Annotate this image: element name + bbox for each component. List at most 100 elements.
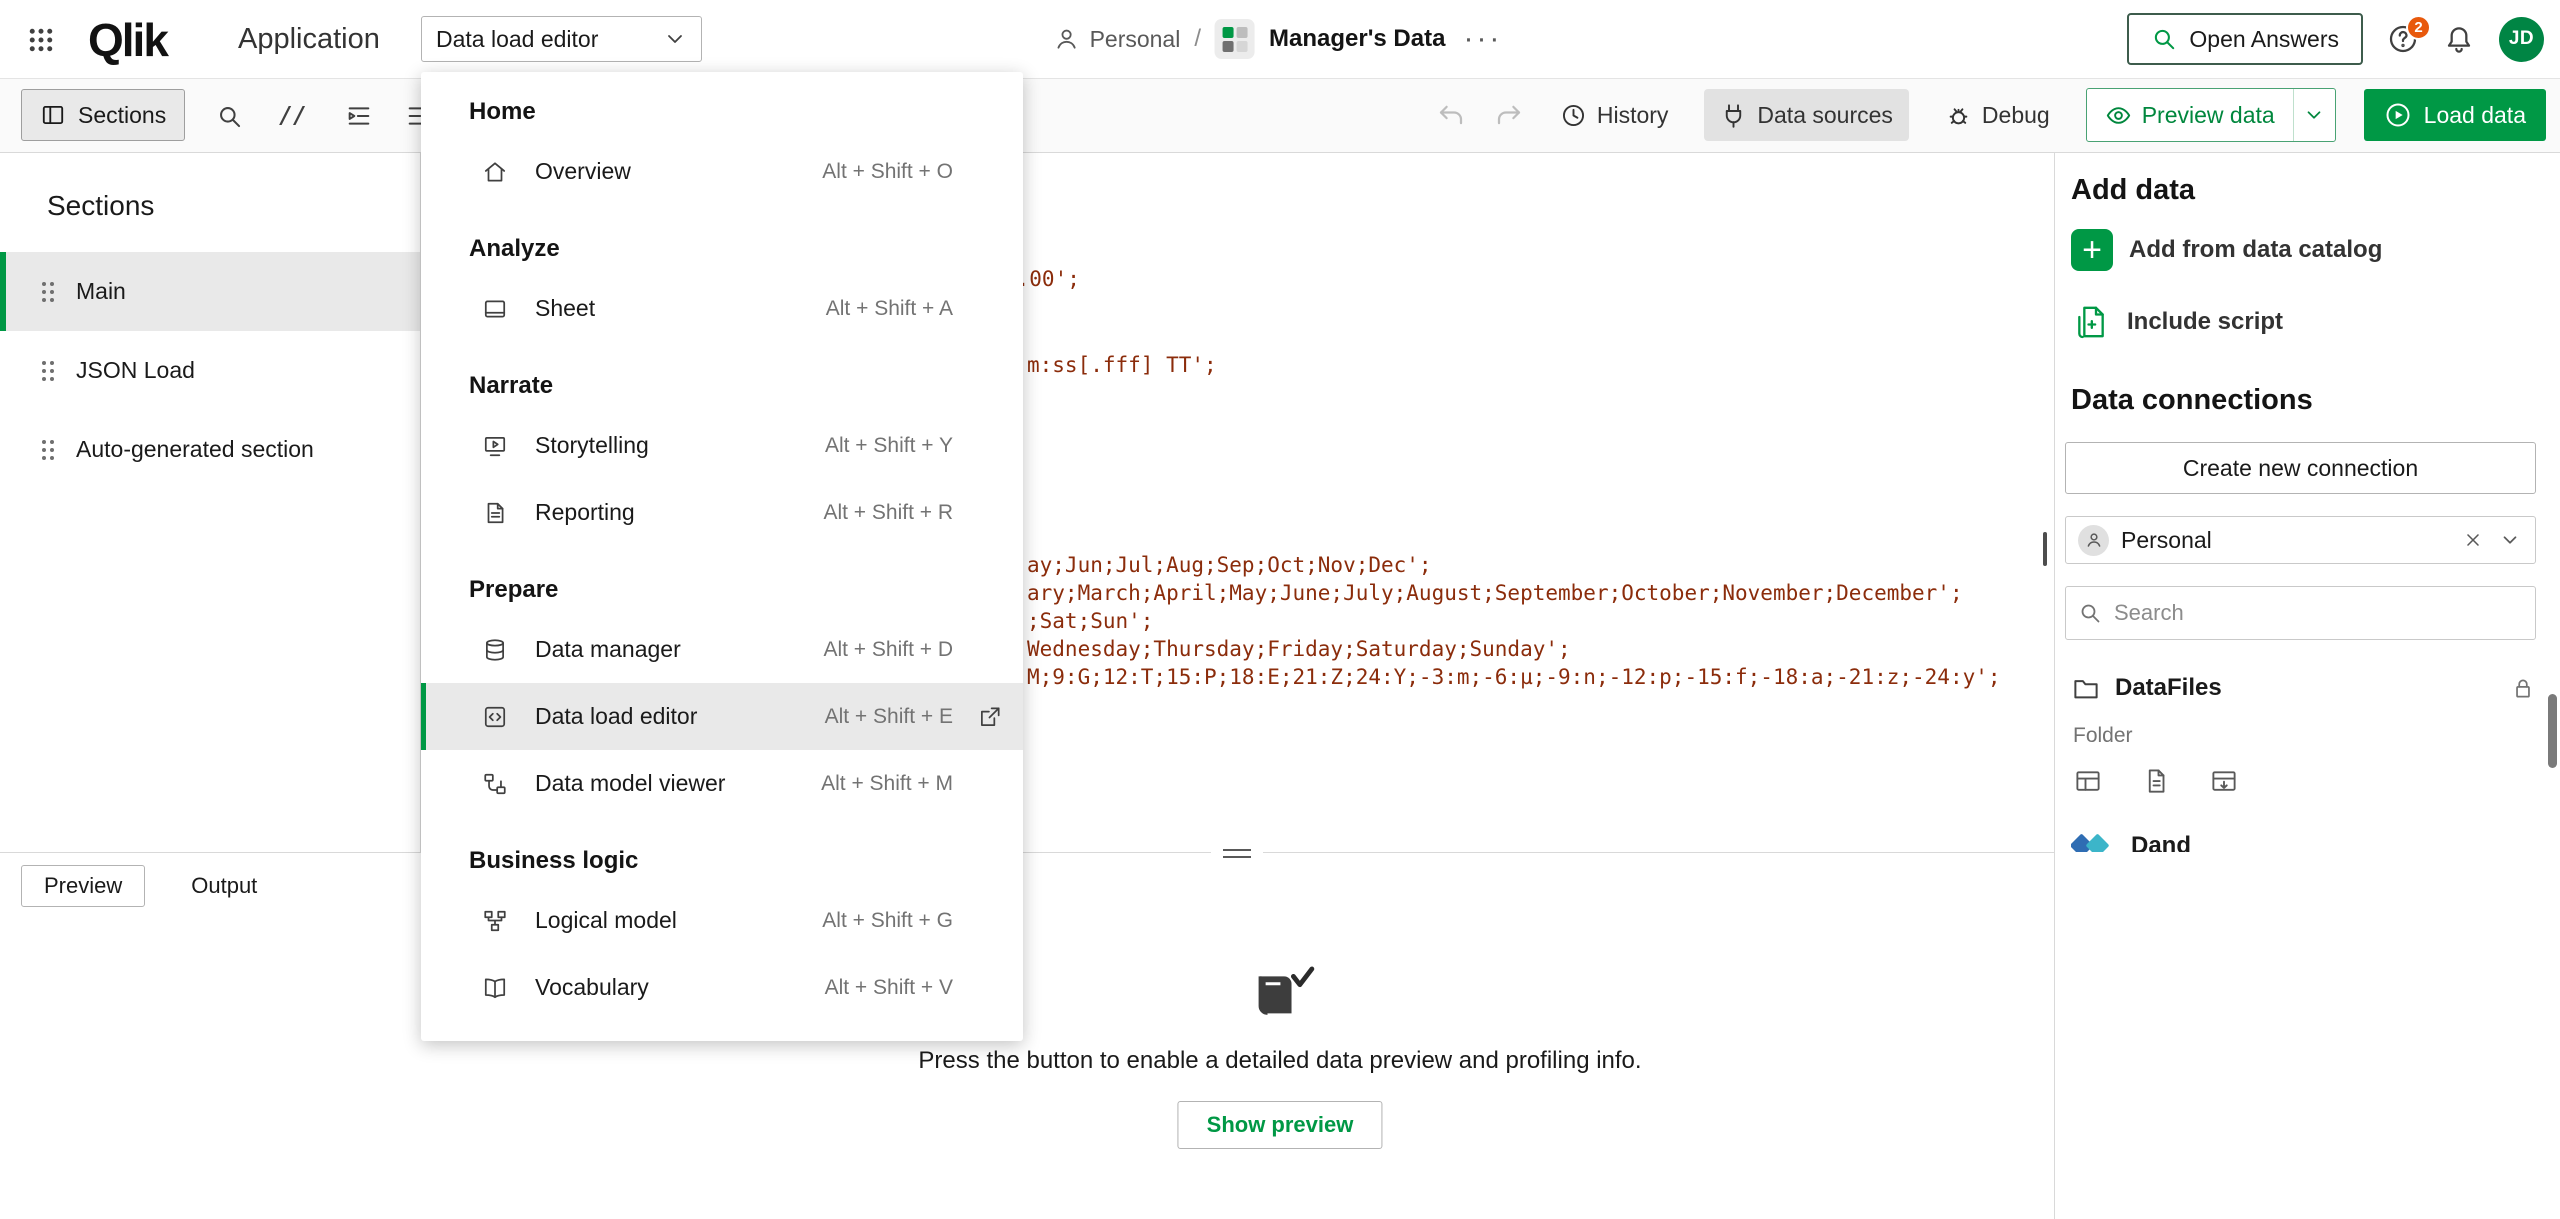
code-line: ary;March;April;May;June;July;August;Sep…	[1027, 581, 1963, 605]
sections-button-label: Sections	[78, 102, 166, 129]
history-button[interactable]: History	[1552, 89, 1677, 141]
menu-item-shortcut: Alt + Shift + Y	[825, 434, 953, 458]
drag-handle-icon[interactable]	[42, 361, 54, 381]
answers-search-icon	[2151, 26, 2177, 52]
connection-item-datafiles[interactable]: DataFiles	[2071, 664, 2536, 712]
redo-icon[interactable]	[1494, 100, 1524, 130]
chevron-down-icon	[663, 27, 687, 51]
user-avatar[interactable]: JD	[2499, 17, 2544, 62]
debug-label: Debug	[1982, 102, 2050, 129]
code-line: M;9:G;12:T;15:P;18:E;21:Z;24:Y;-3:m;-6:µ…	[1027, 665, 2001, 689]
sections-panel-title: Sections	[0, 152, 420, 252]
app-window: Qlik Application Data load editor Person…	[0, 0, 2560, 1219]
app-thumbnail-icon[interactable]	[1215, 19, 1255, 59]
code-line: ;Sat;Sun';	[1027, 609, 1153, 633]
data-sources-label: Data sources	[1757, 102, 1893, 129]
data-sources-button[interactable]: Data sources	[1704, 89, 1909, 141]
menu-item-label: Overview	[535, 158, 631, 185]
code-line: Wednesday;Thursday;Friday;Saturday;Sunda…	[1027, 637, 1571, 661]
notification-badge: 2	[2406, 15, 2431, 40]
menu-group-narrate: Narrate	[421, 342, 1023, 412]
drag-handle-icon[interactable]	[42, 282, 54, 302]
comment-icon[interactable]: //	[272, 95, 314, 137]
toggle-sections-button[interactable]: Sections	[21, 89, 185, 141]
menu-item-vocabulary[interactable]: Vocabulary Alt + Shift + V	[421, 954, 1023, 1021]
edit-script-icon[interactable]	[2141, 766, 2171, 796]
reporting-icon	[482, 500, 508, 526]
code-line: m:ss[.fff] TT';	[1027, 353, 1217, 377]
space-crumb[interactable]: Personal	[1054, 26, 1181, 53]
menu-group-business-logic: Business logic	[421, 817, 1023, 887]
open-answers-label: Open Answers	[2189, 26, 2339, 53]
panel-resize-grip[interactable]	[2043, 532, 2047, 566]
menu-item-sheet[interactable]: Sheet Alt + Shift + A	[421, 275, 1023, 342]
tab-preview[interactable]: Preview	[21, 865, 145, 907]
panel-resize-handle[interactable]	[1211, 843, 1263, 863]
sheet-icon	[482, 296, 508, 322]
preview-data-button[interactable]: Preview data	[2087, 89, 2293, 141]
chevron-down-icon[interactable]	[2497, 527, 2523, 553]
connection-item-partial[interactable]: Dand	[2071, 824, 2536, 852]
top-bar: Qlik Application Data load editor Person…	[0, 0, 2560, 79]
menu-item-shortcut: Alt + Shift + O	[822, 160, 953, 184]
app-launcher-icon[interactable]	[20, 19, 62, 61]
clock-icon	[1560, 102, 1587, 129]
space-filter-dropdown[interactable]: Personal	[2065, 516, 2536, 564]
section-item-json-load[interactable]: JSON Load	[0, 331, 420, 410]
show-preview-button[interactable]: Show preview	[1178, 1101, 1383, 1149]
menu-item-logical-model[interactable]: Logical model Alt + Shift + G	[421, 887, 1023, 954]
preview-data-icon	[2105, 102, 2132, 129]
menu-item-data-model-viewer[interactable]: Data model viewer Alt + Shift + M	[421, 750, 1023, 817]
menu-item-reporting[interactable]: Reporting Alt + Shift + R	[421, 479, 1023, 546]
tab-output[interactable]: Output	[185, 872, 263, 900]
scrollbar-thumb[interactable]	[2548, 694, 2557, 768]
product-label: Application	[238, 23, 380, 56]
create-connection-button[interactable]: Create new connection	[2065, 442, 2536, 494]
view-selector-value: Data load editor	[436, 26, 598, 53]
debug-button[interactable]: Debug	[1937, 89, 2058, 141]
history-label: History	[1597, 102, 1669, 129]
menu-item-storytelling[interactable]: Storytelling Alt + Shift + Y	[421, 412, 1023, 479]
view-selector-dropdown[interactable]: Data load editor	[421, 16, 702, 62]
preview-data-label: Preview data	[2142, 102, 2275, 129]
menu-item-label: Vocabulary	[535, 974, 649, 1001]
notifications-bell-icon[interactable]	[2443, 23, 2475, 55]
menu-group-home: Home	[421, 82, 1023, 138]
menu-item-shortcut: Alt + Shift + V	[825, 976, 953, 1000]
undo-icon[interactable]	[1436, 100, 1466, 130]
select-table-icon[interactable]	[2073, 766, 2103, 796]
help-button[interactable]: 2	[2387, 23, 2419, 55]
add-from-catalog-label: Add from data catalog	[2129, 236, 2382, 264]
section-item-auto-generated[interactable]: Auto-generated section	[0, 410, 420, 489]
include-script-button[interactable]: Include script	[2071, 300, 2532, 344]
connection-type-label: Folder	[2073, 724, 2133, 748]
add-from-catalog-button[interactable]: + Add from data catalog	[2071, 228, 2532, 272]
sections-panel: Sections Main JSON Load Auto-generated s…	[0, 152, 421, 852]
open-answers-button[interactable]: Open Answers	[2127, 13, 2363, 65]
include-script-icon	[2071, 302, 2111, 342]
connection-actions	[2073, 766, 2239, 796]
open-in-new-window-icon[interactable]	[973, 700, 1007, 734]
indent-right-icon[interactable]	[338, 95, 380, 137]
qlik-logo: Qlik	[88, 13, 167, 67]
section-item-main[interactable]: Main	[0, 252, 420, 331]
breadcrumb: Personal / Manager's Data ···	[1054, 0, 1507, 78]
search-icon[interactable]	[208, 95, 250, 137]
code-line: ay;Jun;Jul;Aug;Sep;Oct;Nov;Dec';	[1027, 553, 1432, 577]
load-table-icon[interactable]	[2209, 766, 2239, 796]
connection-name: DataFiles	[2115, 674, 2222, 702]
drag-handle-icon[interactable]	[42, 440, 54, 460]
menu-item-shortcut: Alt + Shift + D	[823, 638, 953, 662]
clear-filter-icon[interactable]	[2461, 528, 2485, 552]
menu-item-data-load-editor[interactable]: Data load editor Alt + Shift + E	[421, 683, 1023, 750]
vocabulary-book-icon	[482, 975, 508, 1001]
menu-item-data-manager[interactable]: Data manager Alt + Shift + D	[421, 616, 1023, 683]
preview-data-caret-icon[interactable]	[2293, 89, 2335, 141]
load-data-button[interactable]: Load data	[2364, 89, 2546, 141]
more-options-icon[interactable]: ···	[1459, 24, 1506, 54]
menu-item-overview[interactable]: Overview Alt + Shift + O	[421, 138, 1023, 205]
preview-empty-state: Press the button to enable a detailed da…	[918, 965, 1641, 1149]
search-input[interactable]	[2112, 599, 2523, 627]
connector-logo-icon	[2071, 829, 2117, 852]
section-item-label: JSON Load	[76, 357, 195, 384]
